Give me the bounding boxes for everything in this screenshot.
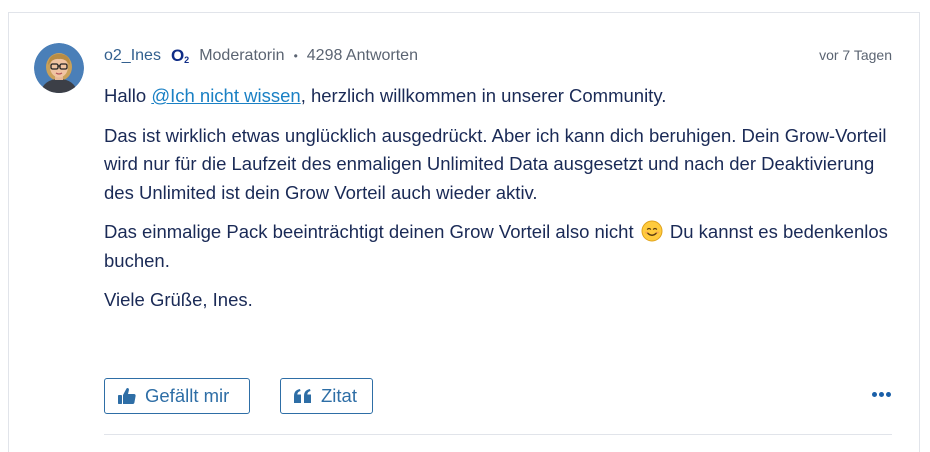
post-timestamp[interactable]: vor 7 Tagen <box>819 47 892 63</box>
quote-button-label: Zitat <box>321 385 357 406</box>
author-avatar[interactable] <box>34 43 84 93</box>
more-dot <box>885 391 891 397</box>
user-mention-link[interactable]: @Ich nicht wissen <box>151 85 300 106</box>
avatar-illustration <box>34 43 84 93</box>
reassurance-text-start: Das einmalige Pack beeinträchtigt deinen… <box>104 221 639 242</box>
more-options-icon[interactable] <box>868 384 894 404</box>
author-role: Moderatorin <box>199 47 285 64</box>
like-button[interactable]: Gefällt mir <box>104 378 250 414</box>
o2-brand-badge-icon: O2 <box>170 45 190 65</box>
smiling-face-emoji-icon <box>641 220 663 242</box>
greeting-prefix: Hallo <box>104 85 152 106</box>
o2-badge-letter: O <box>170 45 185 65</box>
greeting-suffix: , herzlich willkommen in unserer Communi… <box>300 85 667 106</box>
more-dot <box>871 391 877 397</box>
post-body: Hallo @Ich nicht wissen, herzlich willko… <box>104 82 894 326</box>
like-button-label: Gefällt mir <box>145 385 230 406</box>
post-divider <box>104 434 892 435</box>
greeting-paragraph: Hallo @Ich nicht wissen, herzlich willko… <box>104 82 894 111</box>
o2-badge-subscript: 2 <box>184 54 190 65</box>
explanation-paragraph: Das ist wirklich etwas unglücklich ausge… <box>104 124 887 203</box>
quote-icon <box>293 388 313 404</box>
author-answer-count: 4298 Antworten <box>306 47 418 64</box>
reassurance-paragraph: Das einmalige Pack beeinträchtigt deinen… <box>104 218 894 275</box>
author-username[interactable]: o2_Ines <box>104 47 161 65</box>
post-meta: o2_Ines O2 Moderatorin • 4298 Antworten <box>104 44 418 68</box>
quote-button[interactable]: Zitat <box>280 378 373 414</box>
more-dot <box>878 391 884 397</box>
thumbs-up-icon <box>117 387 137 405</box>
signoff-paragraph: Viele Grüße, Ines. <box>104 289 253 310</box>
meta-separator: • <box>293 49 298 63</box>
